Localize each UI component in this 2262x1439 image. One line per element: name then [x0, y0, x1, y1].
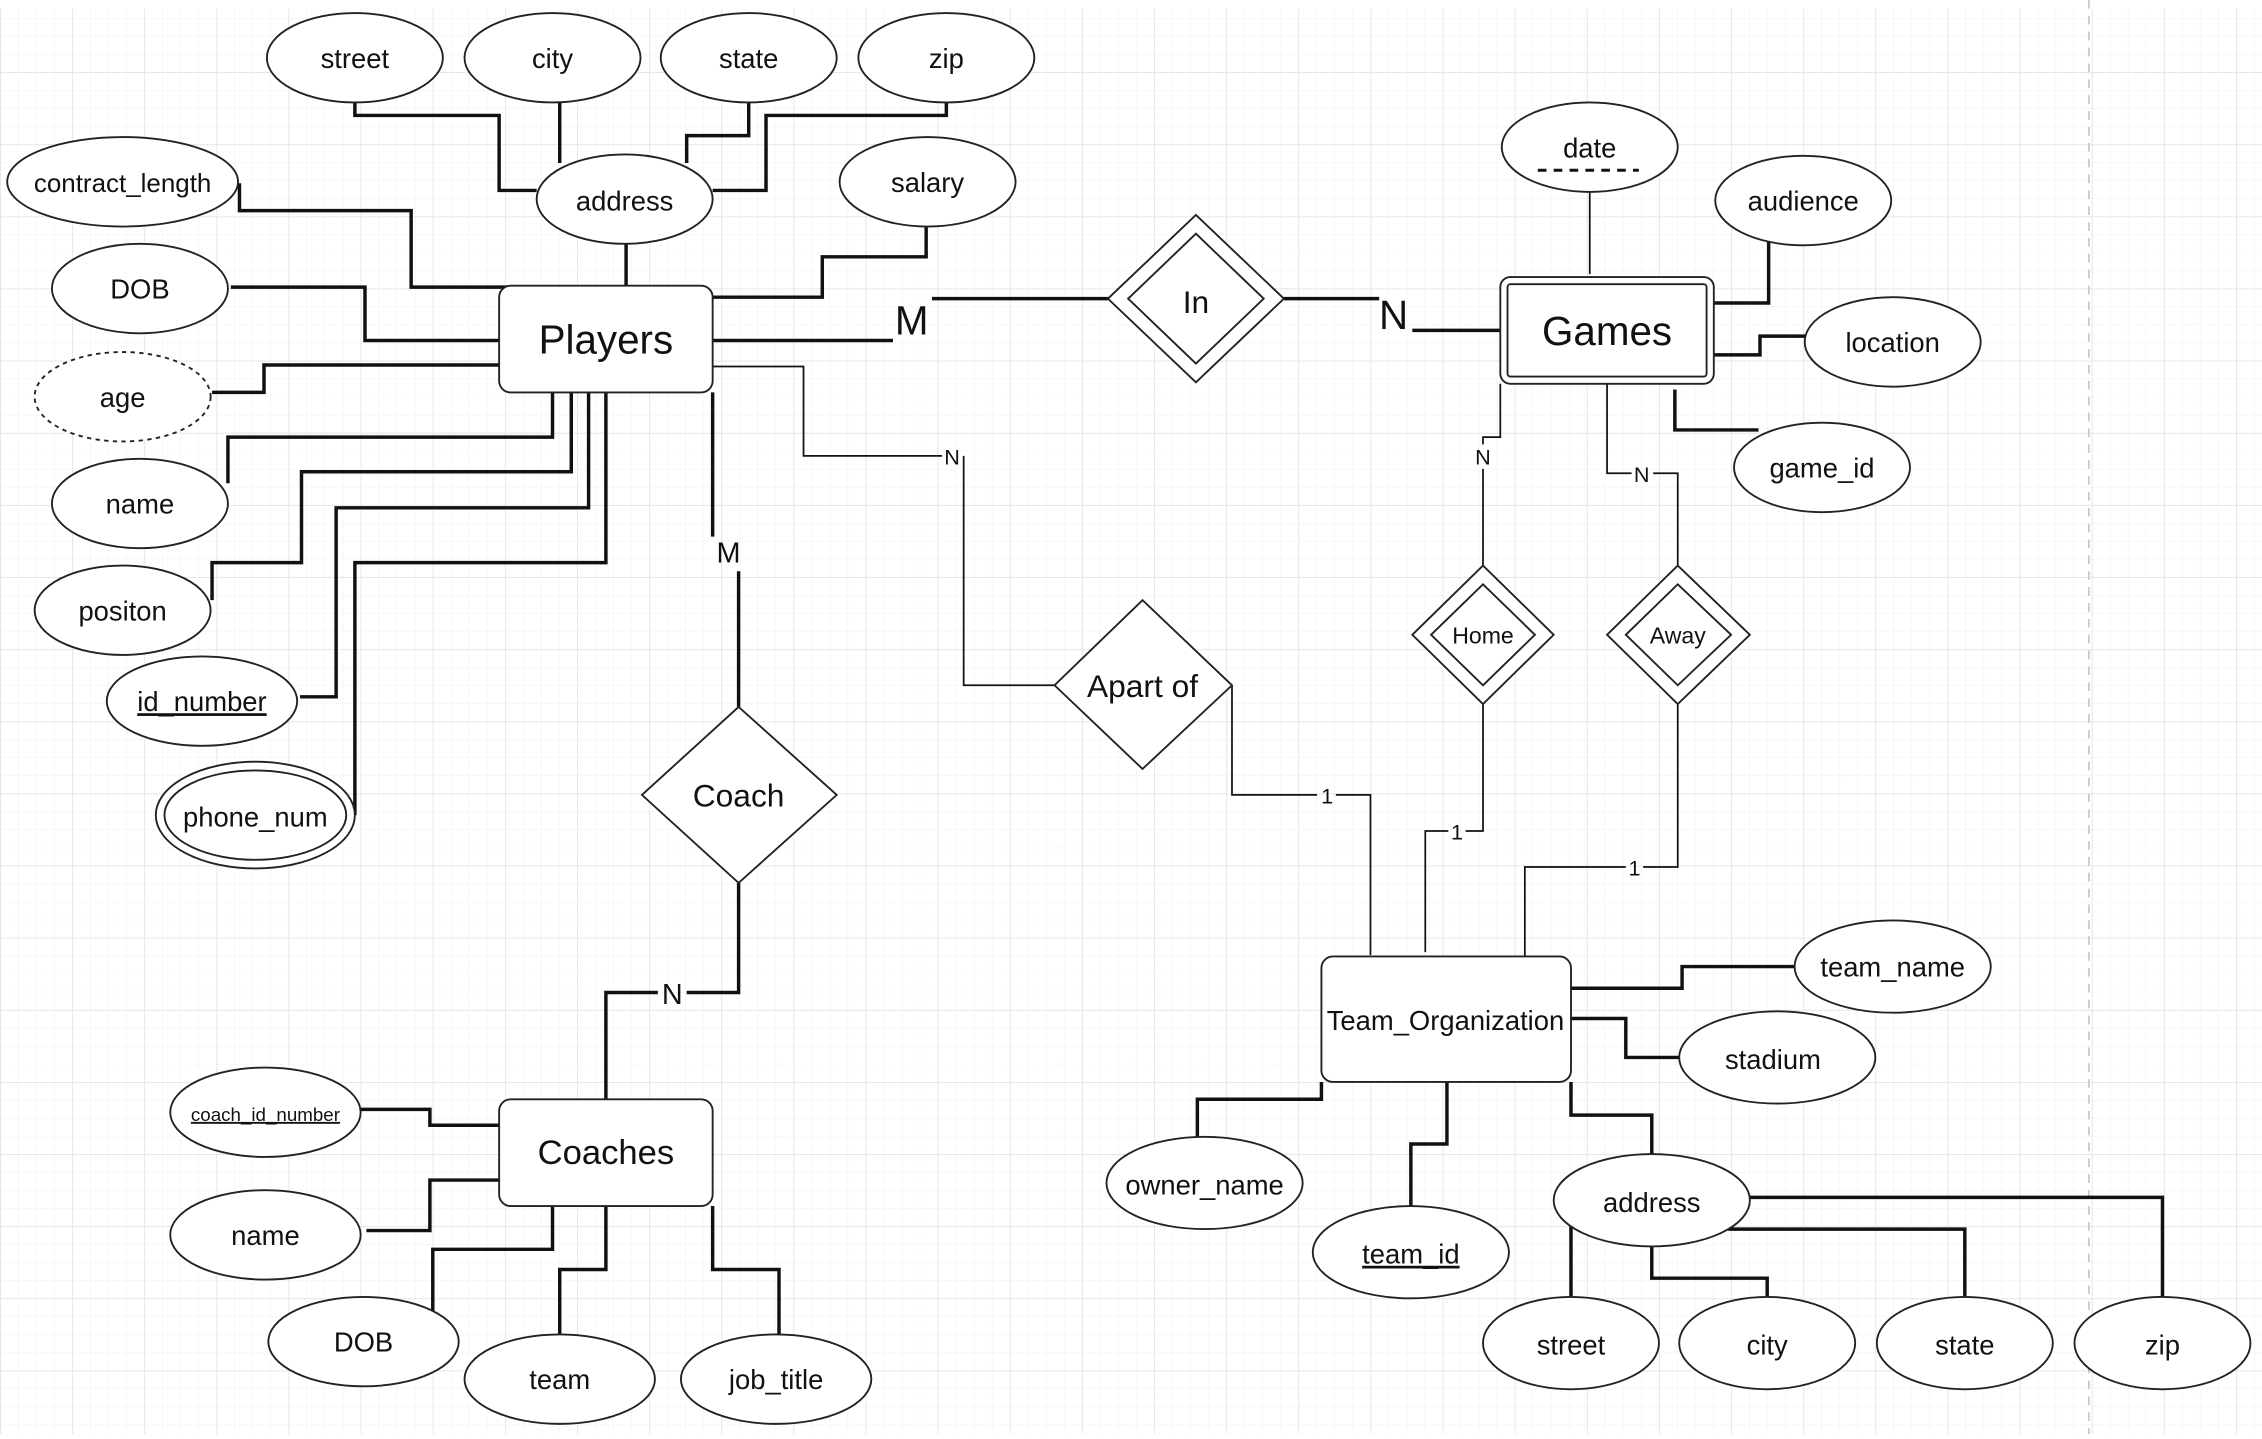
attribute-salary[interactable]: salary [838, 136, 1017, 228]
svg-text:street: street [321, 43, 390, 74]
attribute-team-name[interactable]: team_name [1793, 919, 1992, 1014]
svg-text:stadium: stadium [1725, 1044, 1821, 1075]
svg-text:team_id: team_id [1362, 1239, 1459, 1270]
relationship-label: Coach [693, 777, 785, 813]
attribute-coach-dob[interactable]: DOB [267, 1295, 460, 1388]
entity-players[interactable]: Players [498, 284, 714, 394]
svg-text:audience: audience [1748, 186, 1859, 217]
diagram-canvas[interactable]: M N M N N 1 N 1 N 1 Players Games Coache… [0, 0, 2262, 1439]
attribute-dob[interactable]: DOB [50, 242, 229, 335]
attribute-phone-num-multivalued[interactable]: phone_num [154, 760, 356, 870]
entity-label: Players [539, 316, 674, 362]
attribute-audience[interactable]: audience [1714, 154, 1893, 247]
svg-text:game_id: game_id [1769, 453, 1874, 484]
cardinality-players-in: M [895, 298, 929, 344]
attribute-coach-id-number-key[interactable]: coach_id_number [169, 1066, 362, 1158]
svg-text:address: address [1603, 1187, 1700, 1218]
svg-text:name: name [106, 489, 175, 520]
relationship-label: Away [1650, 622, 1706, 648]
attribute-coach-job-title[interactable]: job_title [679, 1333, 873, 1425]
svg-text:state: state [1935, 1330, 1994, 1361]
attribute-id-number-key[interactable]: id_number [105, 655, 299, 747]
svg-text:team: team [529, 1364, 590, 1395]
cardinality-coaches-coach: N [662, 979, 683, 1011]
attribute-owner-name[interactable]: owner_name [1105, 1135, 1304, 1231]
svg-text:DOB: DOB [334, 1327, 393, 1358]
cardinality-games-in: N [1379, 292, 1408, 338]
svg-text:zip: zip [2145, 1330, 2180, 1361]
svg-text:date: date [1563, 132, 1616, 163]
attribute-zip[interactable]: zip [857, 12, 1036, 104]
svg-text:street: street [1537, 1330, 1606, 1361]
attribute-game-id[interactable]: game_id [1733, 421, 1911, 514]
svg-text:job_title: job_title [728, 1364, 823, 1395]
relationship-label: Home [1452, 622, 1514, 648]
relationship-label: In [1183, 284, 1209, 320]
attribute-team-id-key[interactable]: team_id [1311, 1205, 1510, 1300]
attribute-contract-length[interactable]: contract_length [6, 136, 239, 228]
svg-text:city: city [1747, 1330, 1788, 1361]
attribute-team-address[interactable]: address [1552, 1153, 1751, 1248]
attribute-position[interactable]: positon [33, 564, 212, 656]
cardinality-team-home: 1 [1451, 820, 1463, 845]
entity-team-organization[interactable]: Team_Organization [1320, 955, 1572, 1083]
entity-coaches[interactable]: Coaches [498, 1098, 714, 1207]
svg-text:name: name [231, 1220, 300, 1251]
svg-text:state: state [719, 43, 778, 74]
cardinality-players-coach: M [716, 538, 740, 570]
svg-text:address: address [576, 186, 673, 217]
attribute-stadium[interactable]: stadium [1678, 1010, 1877, 1105]
attribute-state[interactable]: state [659, 12, 838, 104]
attribute-address[interactable]: address [535, 153, 714, 245]
attribute-date-partial-key[interactable]: date [1500, 101, 1679, 193]
attribute-street[interactable]: street [265, 12, 444, 104]
svg-text:phone_num: phone_num [183, 802, 328, 833]
attribute-team-zip[interactable]: zip [2073, 1295, 2252, 1391]
svg-text:positon: positon [78, 595, 166, 626]
entity-games[interactable]: Games [1499, 276, 1715, 385]
entity-label: Games [1542, 308, 1672, 354]
attribute-team-street[interactable]: street [1482, 1295, 1660, 1391]
svg-text:location: location [1845, 327, 1939, 358]
svg-text:contract_length: contract_length [34, 168, 211, 198]
svg-text:owner_name: owner_name [1125, 1170, 1283, 1201]
attribute-age-derived[interactable]: age [33, 351, 212, 443]
cardinality-games-home: N [1475, 445, 1491, 470]
er-diagram: M N M N N 1 N 1 N 1 Players Games Coache… [0, 0, 2262, 1439]
attribute-name[interactable]: name [50, 457, 229, 550]
attribute-team-state[interactable]: state [1875, 1295, 2054, 1391]
svg-text:salary: salary [891, 167, 964, 198]
cardinality-team-away: 1 [1628, 856, 1640, 881]
cardinality-players-apartof: N [944, 445, 960, 470]
entity-label: Coaches [538, 1134, 675, 1172]
cardinality-games-away: N [1634, 462, 1650, 487]
attribute-team-city[interactable]: city [1678, 1295, 1857, 1391]
relationship-label: Apart of [1087, 668, 1198, 704]
attribute-location[interactable]: location [1803, 296, 1982, 388]
cardinality-team-apartof: 1 [1321, 784, 1333, 809]
svg-text:age: age [100, 382, 146, 413]
attribute-city[interactable]: city [463, 12, 642, 104]
svg-text:team_name: team_name [1820, 952, 1965, 983]
svg-text:zip: zip [929, 43, 964, 74]
attribute-coach-team[interactable]: team [463, 1333, 656, 1425]
entity-label: Team_Organization [1327, 1005, 1565, 1036]
attribute-coach-name[interactable]: name [169, 1189, 362, 1281]
svg-text:DOB: DOB [110, 274, 169, 305]
svg-text:city: city [532, 43, 573, 74]
svg-text:coach_id_number: coach_id_number [191, 1104, 340, 1126]
svg-text:id_number: id_number [137, 686, 266, 717]
